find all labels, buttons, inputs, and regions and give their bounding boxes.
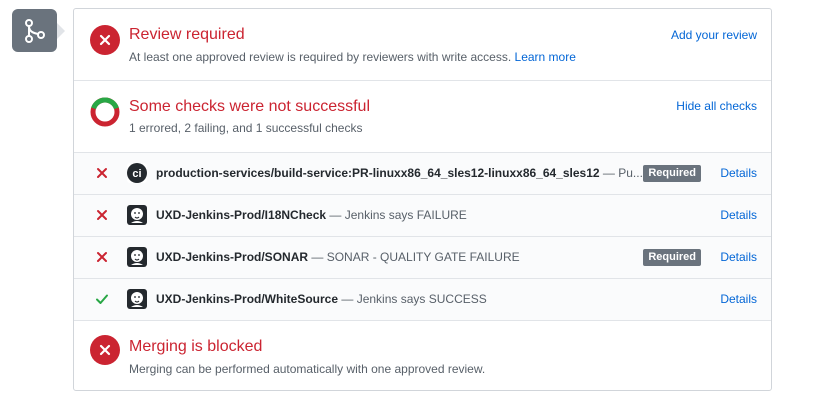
review-subtitle: At least one approved review is required… xyxy=(129,50,576,64)
check-description: — Jenkins says SUCCESS xyxy=(338,292,487,306)
checks-section: Some checks were not successful 1 errore… xyxy=(74,81,771,153)
checks-summary: 1 errored, 2 failing, and 1 successful c… xyxy=(129,121,363,135)
x-icon xyxy=(97,210,107,220)
merge-section: Merging is blocked Merging can be perfor… xyxy=(74,321,771,390)
required-badge: Required xyxy=(643,165,701,182)
check-description: — Jenkins says FAILURE xyxy=(326,208,467,222)
review-title: Review required xyxy=(129,26,245,43)
x-circle-icon xyxy=(90,25,120,55)
x-icon xyxy=(97,168,107,178)
check-icon xyxy=(96,294,108,304)
check-context: production-services/build-service:PR-lin… xyxy=(156,166,600,180)
required-badge: Required xyxy=(643,249,701,266)
merge-subtitle: Merging can be performed automatically w… xyxy=(129,362,486,376)
check-row: UXD-Jenkins-Prod/I18NCheck — Jenkins say… xyxy=(74,195,771,237)
jenkins-icon xyxy=(127,247,147,267)
check-context: UXD-Jenkins-Prod/SONAR xyxy=(156,250,309,264)
check-context: UXD-Jenkins-Prod/I18NCheck xyxy=(156,208,327,222)
details-link[interactable]: Details xyxy=(720,292,757,306)
review-subtitle-text: At least one approved review is required… xyxy=(129,50,512,64)
check-text: UXD-Jenkins-Prod/I18NCheck — Jenkins say… xyxy=(156,208,467,222)
x-icon xyxy=(97,252,107,262)
checks-title: Some checks were not successful xyxy=(129,98,370,115)
check-row: ci production-services/build-service:PR-… xyxy=(74,153,771,195)
learn-more-link[interactable]: Learn more xyxy=(515,50,576,64)
details-link[interactable]: Details xyxy=(720,166,757,180)
git-merge-icon xyxy=(12,9,65,52)
svg-text:ci: ci xyxy=(132,168,141,180)
jenkins-icon xyxy=(127,289,147,309)
check-text: UXD-Jenkins-Prod/WhiteSource — Jenkins s… xyxy=(156,292,487,306)
merge-status-panel: Review required At least one approved re… xyxy=(73,8,772,391)
check-context: UXD-Jenkins-Prod/WhiteSource xyxy=(156,292,339,306)
jenkins-icon xyxy=(127,205,147,225)
check-row: UXD-Jenkins-Prod/SONAR — SONAR - QUALITY… xyxy=(74,237,771,279)
review-section: Review required At least one approved re… xyxy=(74,9,771,81)
check-description: — SONAR - QUALITY GATE FAILURE xyxy=(308,250,520,264)
check-row: UXD-Jenkins-Prod/WhiteSource — Jenkins s… xyxy=(74,279,771,321)
check-text: UXD-Jenkins-Prod/SONAR — SONAR - QUALITY… xyxy=(156,250,520,264)
check-description: — Pu... xyxy=(599,166,643,180)
checks-donut-icon xyxy=(90,97,120,127)
add-review-link[interactable]: Add your review xyxy=(671,28,757,42)
check-text: production-services/build-service:PR-lin… xyxy=(156,166,646,180)
ci-logo-icon: ci xyxy=(127,163,147,183)
hide-all-checks-link[interactable]: Hide all checks xyxy=(676,99,757,113)
details-link[interactable]: Details xyxy=(720,250,757,264)
merge-title: Merging is blocked xyxy=(129,338,263,355)
details-link[interactable]: Details xyxy=(720,208,757,222)
x-circle-icon xyxy=(90,335,120,365)
